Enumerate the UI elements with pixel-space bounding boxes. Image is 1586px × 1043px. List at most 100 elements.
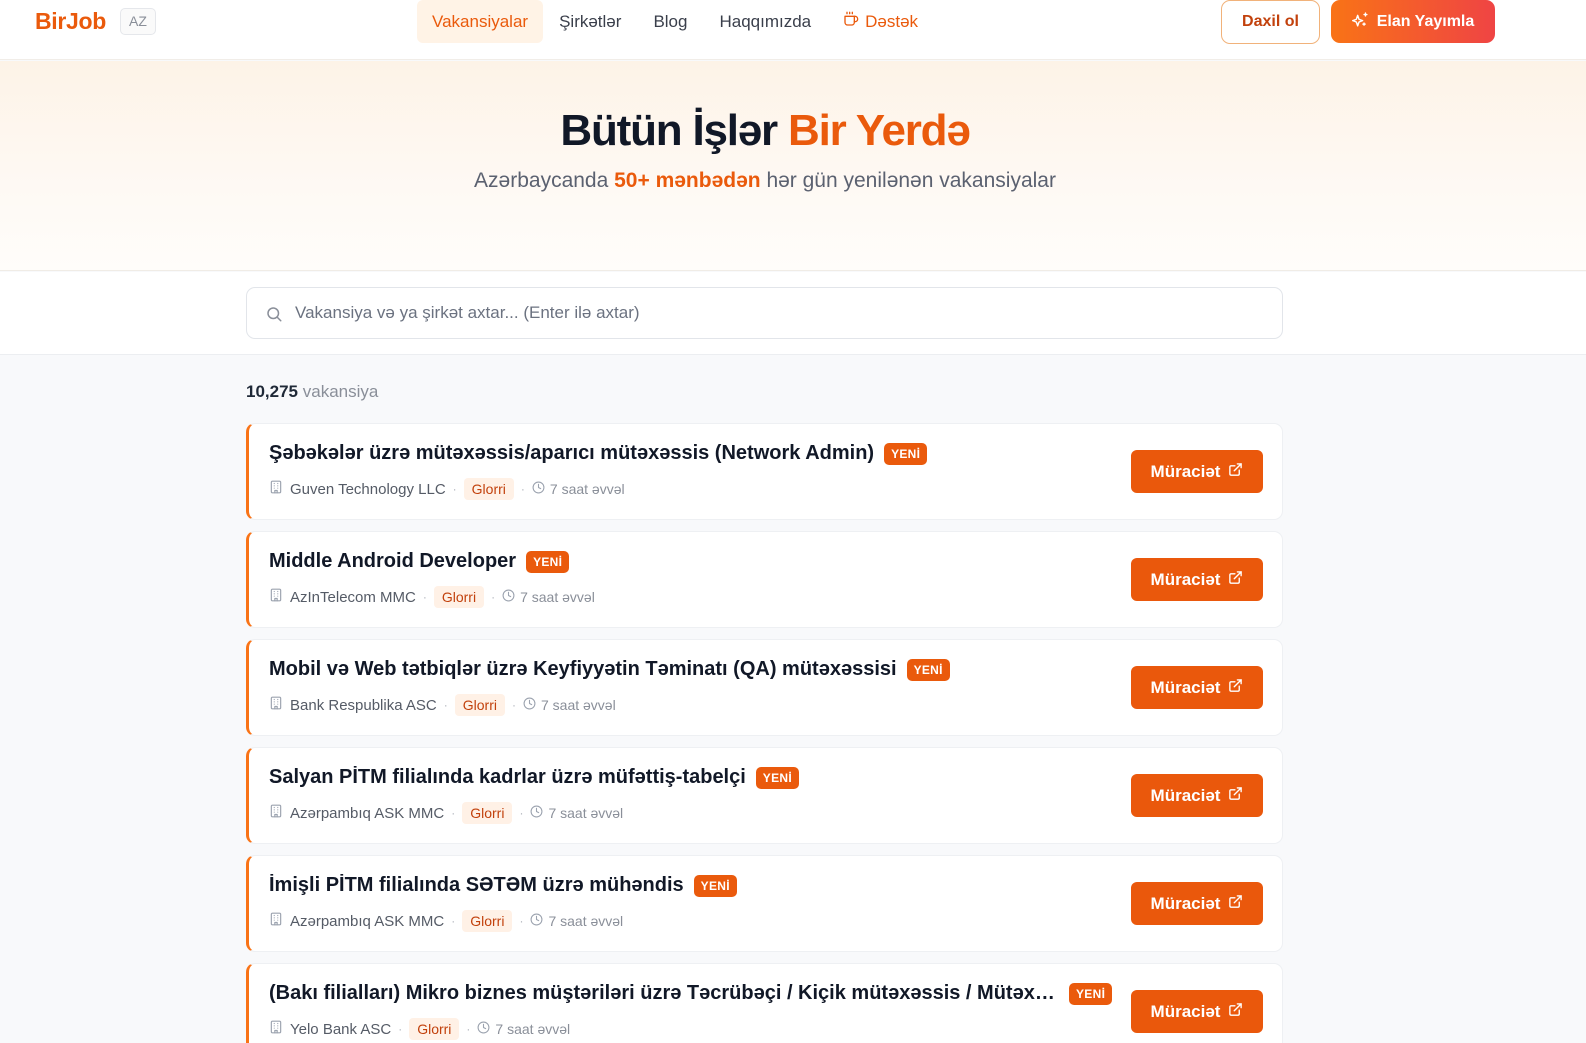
job-card[interactable]: (Bakı filialları) Mikro biznes müştərilə…: [246, 963, 1283, 1043]
search-box[interactable]: [246, 287, 1283, 339]
external-link-icon: [1228, 894, 1243, 914]
company-name[interactable]: Yelo Bank ASC: [290, 1021, 391, 1038]
job-card[interactable]: Middle Android Developer YENİ AzInTeleco…: [246, 531, 1283, 628]
company-name[interactable]: AzInTelecom MMC: [290, 589, 416, 606]
job-title[interactable]: (Bakı filialları) Mikro biznes müştərilə…: [269, 982, 1059, 1005]
company-name[interactable]: Bank Respublika ASC: [290, 697, 437, 714]
job-meta: Guven Technology LLC · Glorri · 7 saat ə…: [269, 478, 625, 500]
posted-time: 7 saat əvvəl: [477, 1021, 570, 1037]
meta-separator: ·: [519, 806, 524, 820]
apply-button[interactable]: Müraciət: [1131, 990, 1263, 1033]
job-card[interactable]: İmişli PİTM filialında SƏTƏM üzrə mühənd…: [246, 855, 1283, 952]
new-badge: YENİ: [1069, 982, 1113, 1005]
meta-separator: ·: [451, 914, 456, 928]
job-meta: Azərpambıq ASK MMC · Glorri · 7 saat əvv…: [269, 910, 623, 932]
logo[interactable]: BirJob: [35, 8, 106, 35]
meta-separator: ·: [511, 698, 516, 712]
apply-button[interactable]: Müraciət: [1131, 666, 1263, 709]
apply-button-label: Müraciət: [1150, 1001, 1221, 1021]
posted-time-label: 7 saat əvvəl: [548, 805, 624, 821]
clock-icon: [530, 805, 543, 821]
hero-sub-pre: Azərbaycanda: [474, 169, 615, 192]
job-title-row: Şəbəkələr üzrə mütəxəssis/aparıcı mütəxə…: [269, 442, 928, 465]
apply-button-label: Müraciət: [1150, 677, 1221, 697]
job-title-row: Salyan PİTM filialında kadrlar üzrə müfə…: [269, 766, 800, 789]
hero-section: Bütün İşlər Bir Yerdə Azərbaycanda 50+ m…: [0, 61, 1586, 271]
hero-title-main: Bütün İşlər: [560, 106, 788, 155]
meta-separator: ·: [443, 698, 448, 712]
job-meta: Azərpambıq ASK MMC · Glorri · 7 saat əvv…: [269, 802, 623, 824]
apply-button-label: Müraciət: [1150, 461, 1221, 481]
job-title[interactable]: Şəbəkələr üzrə mütəxəssis/aparıcı mütəxə…: [269, 442, 874, 465]
hero-title: Bütün İşlər Bir Yerdə: [0, 106, 1530, 156]
building-icon: [269, 804, 283, 822]
job-card[interactable]: Şəbəkələr üzrə mütəxəssis/aparıcı mütəxə…: [246, 423, 1283, 520]
clock-icon: [530, 913, 543, 929]
source-tag: Glorri: [433, 586, 485, 608]
clock-icon: [502, 589, 515, 605]
job-title[interactable]: İmişli PİTM filialında SƏTƏM üzrə mühənd…: [269, 874, 684, 897]
job-title[interactable]: Salyan PİTM filialında kadrlar üzrə müfə…: [269, 766, 746, 789]
nav-item-destek[interactable]: Dəstək: [827, 0, 934, 43]
meta-separator: ·: [519, 914, 524, 928]
job-meta: Bank Respublika ASC · Glorri · 7 saat əv…: [269, 694, 616, 716]
login-button[interactable]: Daxil ol: [1221, 0, 1320, 44]
source-tag: Glorri: [462, 910, 513, 932]
job-card[interactable]: Mobil və Web tətbiqlər üzrə Keyfiyyətin …: [246, 639, 1283, 736]
posted-time: 7 saat əvvəl: [523, 697, 616, 713]
nav-item-haqqimizda[interactable]: Haqqımızda: [703, 0, 827, 43]
clock-icon: [532, 481, 545, 497]
posted-time: 7 saat əvvəl: [530, 805, 623, 821]
new-badge: YENİ: [526, 550, 570, 573]
hero-title-accent: Bir Yerdə: [788, 106, 971, 155]
external-link-icon: [1228, 786, 1243, 806]
clock-icon: [523, 697, 536, 713]
nav-item-sirketler[interactable]: Şirkətlər: [543, 0, 637, 43]
hero-sub-post: hər gün yenilənən vakansiyalar: [760, 169, 1056, 192]
result-count-number: 10,275: [246, 382, 298, 401]
job-title-row: Mobil və Web tətbiqlər üzrə Keyfiyyətin …: [269, 658, 950, 681]
search-icon: [265, 305, 283, 323]
posted-time-label: 7 saat əvvəl: [548, 913, 624, 929]
job-title[interactable]: Mobil və Web tətbiqlər üzrə Keyfiyyətin …: [269, 658, 897, 681]
external-link-icon: [1228, 570, 1243, 590]
meta-separator: ·: [451, 806, 456, 820]
nav-item-vakansiyalar[interactable]: Vakansiyalar: [417, 0, 544, 43]
result-count-label: vakansiya: [302, 382, 379, 401]
job-title-row: İmişli PİTM filialında SƏTƏM üzrə mühənd…: [269, 874, 737, 897]
meta-separator: ·: [520, 482, 525, 496]
coffee-icon: [843, 0, 859, 43]
apply-button[interactable]: Müraciət: [1131, 774, 1263, 817]
nav-item-destek-label: Dəstək: [865, 12, 919, 31]
company-name[interactable]: Azərpambıq ASK MMC: [290, 805, 444, 822]
search-input[interactable]: [295, 288, 1255, 338]
company-name[interactable]: Guven Technology LLC: [290, 481, 446, 498]
posted-time: 7 saat əvvəl: [532, 481, 625, 497]
new-badge: YENİ: [693, 874, 737, 897]
job-title[interactable]: Middle Android Developer: [269, 550, 516, 573]
apply-button[interactable]: Müraciət: [1131, 558, 1263, 601]
search-section: [0, 272, 1586, 355]
meta-separator: ·: [491, 590, 496, 604]
source-tag: Glorri: [462, 802, 513, 824]
apply-button-label: Müraciət: [1150, 785, 1221, 805]
hero-sub-accent: 50+ mənbədən: [614, 169, 761, 192]
job-meta: AzInTelecom MMC · Glorri · 7 saat əvvəl: [269, 586, 595, 608]
apply-button[interactable]: Müraciət: [1131, 882, 1263, 925]
apply-button[interactable]: Müraciət: [1131, 450, 1263, 493]
building-icon: [269, 912, 283, 930]
external-link-icon: [1228, 462, 1243, 482]
post-job-button[interactable]: Elan Yayımla: [1331, 0, 1495, 43]
nav-item-blog[interactable]: Blog: [637, 0, 703, 43]
language-switcher[interactable]: AZ: [120, 8, 156, 35]
building-icon: [269, 588, 283, 606]
company-name[interactable]: Azərpambıq ASK MMC: [290, 913, 444, 930]
posted-time-label: 7 saat əvvəl: [540, 697, 616, 713]
source-tag: Glorri: [409, 1018, 460, 1040]
external-link-icon: [1228, 678, 1243, 698]
building-icon: [269, 480, 283, 498]
apply-button-label: Müraciət: [1150, 569, 1221, 589]
posted-time: 7 saat əvvəl: [530, 913, 623, 929]
job-card[interactable]: Salyan PİTM filialında kadrlar üzrə müfə…: [246, 747, 1283, 844]
top-header: BirJob AZ Vakansiyalar Şirkətlər Blog Ha…: [0, 0, 1586, 60]
